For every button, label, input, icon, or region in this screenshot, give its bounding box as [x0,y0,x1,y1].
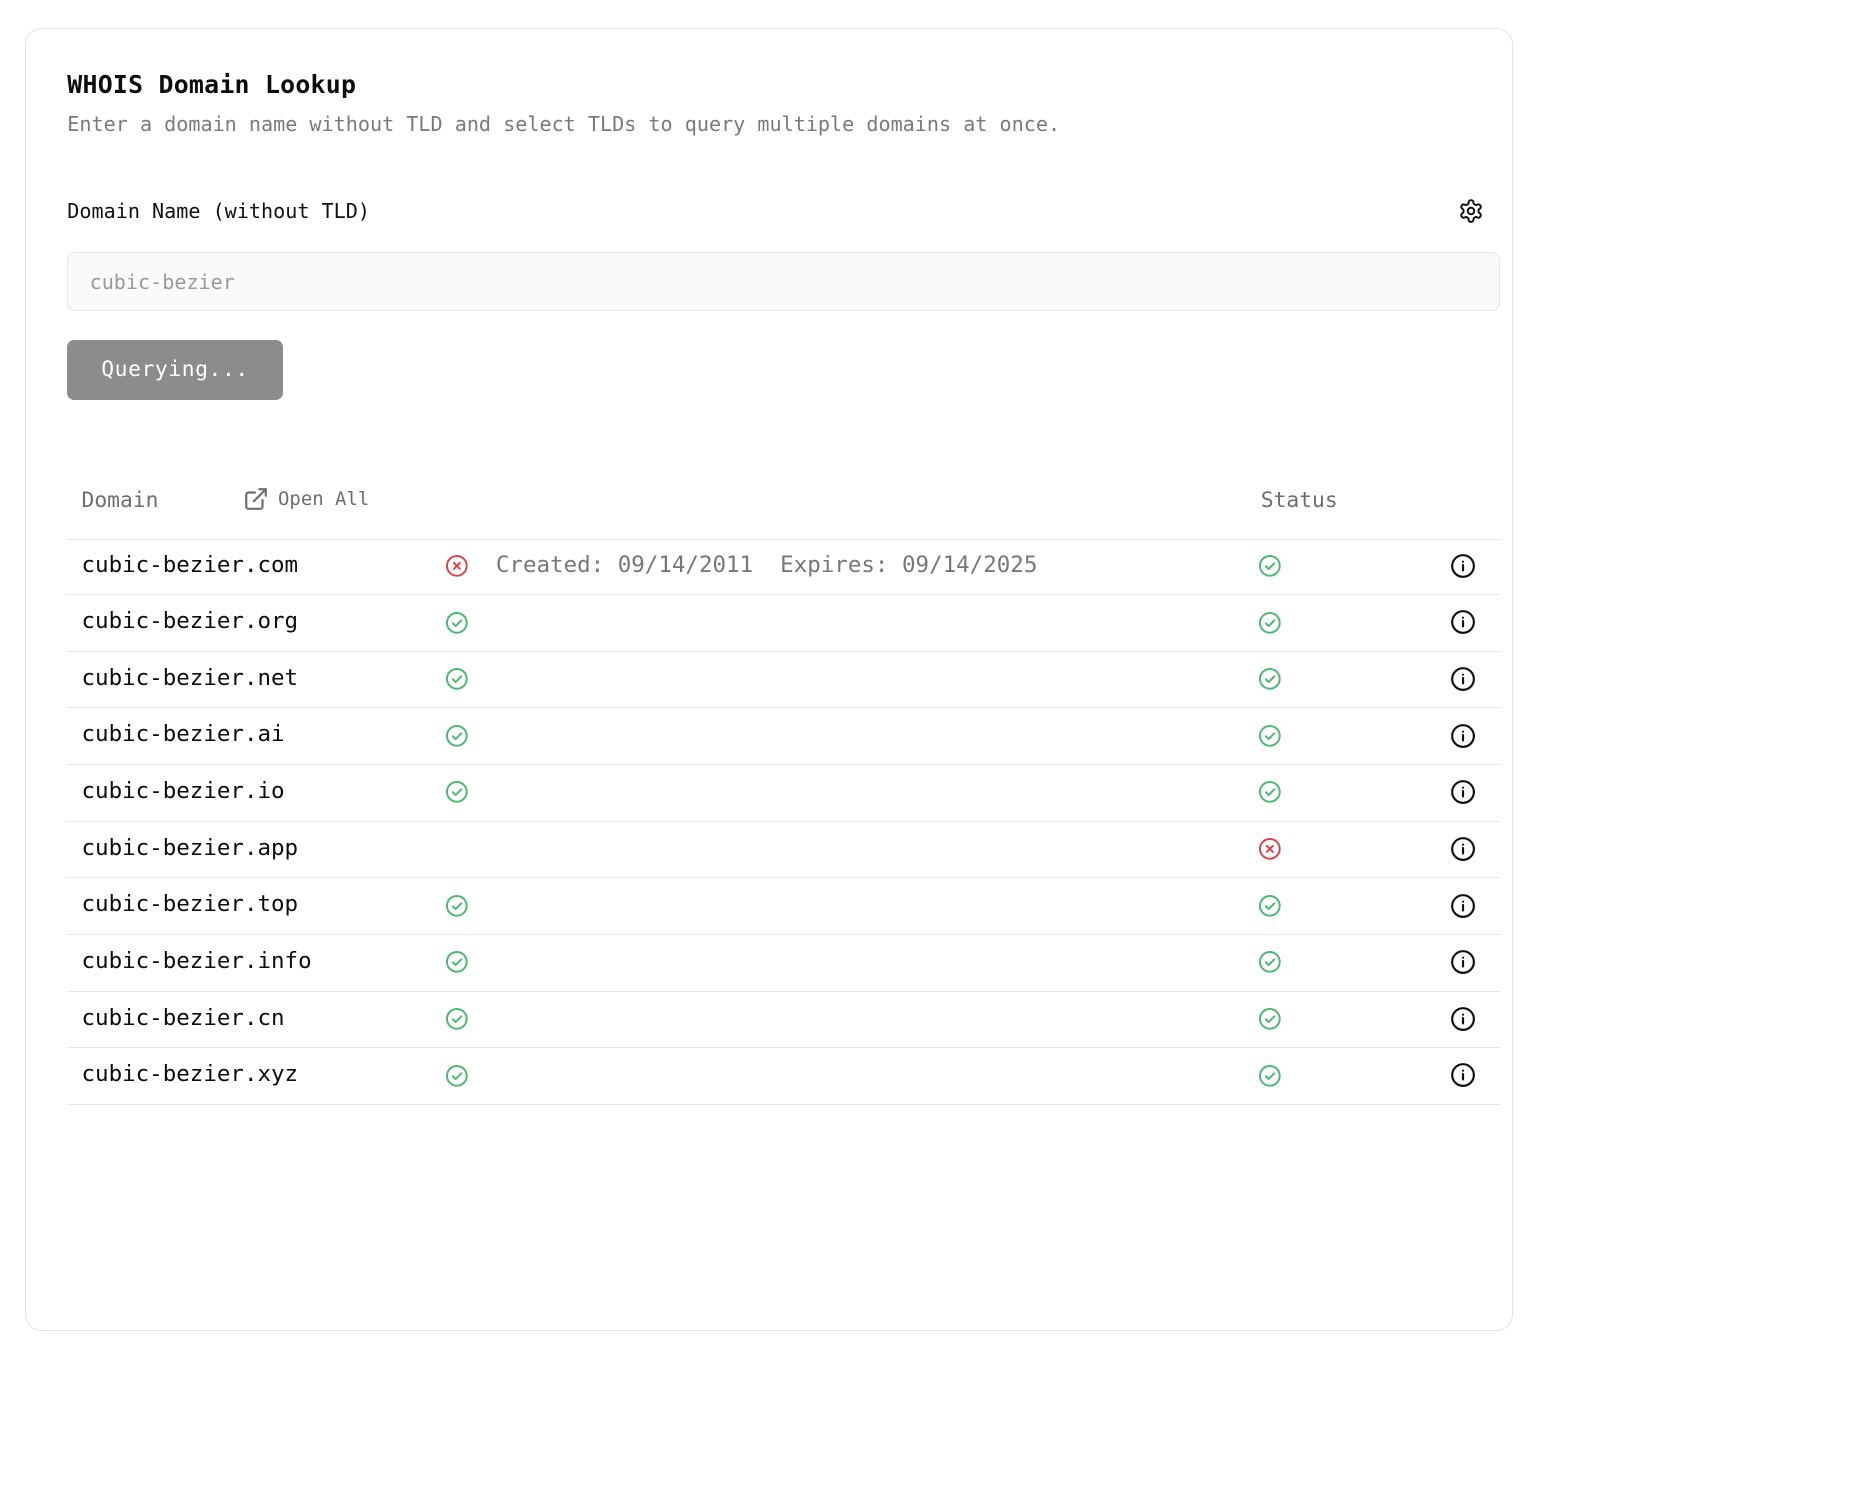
column-header-domain: Domain [81,487,159,513]
domain-name: cubic-bezier.info [81,948,312,975]
domain-name: cubic-bezier.io [81,778,285,805]
open-all-button[interactable]: Open All [243,485,370,513]
open-all-label: Open All [278,488,370,511]
table-row: cubic-bezier.xyz [67,1048,1500,1105]
info-icon[interactable] [1450,1062,1476,1088]
table-row: cubic-bezier.info [67,935,1500,992]
info-icon[interactable] [1450,779,1476,805]
table-row: cubic-bezier.org [67,595,1500,652]
check-circle-icon [445,724,468,747]
check-circle-icon [1259,951,1282,974]
external-link-icon [244,488,267,511]
table-row: cubic-bezier.net [67,652,1500,709]
table-header: Domain Open All Status [67,467,1500,540]
domain-field-label: Domain Name (without TLD) [67,198,370,223]
table-row: cubic-bezier.app [67,822,1500,879]
check-circle-icon [445,611,468,634]
page-subtitle: Enter a domain name without TLD and sele… [67,112,1061,137]
registration-dates: Created: 09/14/2011 Expires: 09/14/2025 [495,551,1038,578]
domain-name: cubic-bezier.org [81,608,299,635]
domain-name: cubic-bezier.cn [81,1004,285,1031]
domain-input[interactable] [67,251,1500,312]
info-icon[interactable] [1450,1006,1476,1032]
domain-name: cubic-bezier.ai [81,721,285,748]
check-circle-icon [1259,611,1282,634]
check-circle-icon [1259,1008,1282,1030]
info-icon[interactable] [1450,666,1476,692]
info-icon[interactable] [1450,836,1476,862]
check-circle-icon [1259,894,1282,917]
check-circle-icon [445,894,468,917]
domain-name: cubic-bezier.net [81,664,299,691]
query-button[interactable]: Querying... [67,339,283,400]
check-circle-icon [445,1008,468,1030]
check-circle-icon [445,951,468,974]
check-circle-icon [1259,724,1282,747]
check-circle-icon [1259,554,1282,577]
check-circle-icon [445,668,468,690]
table-row: cubic-bezier.com Created: 09/14/2011 Expi… [67,539,1500,596]
domain-name: cubic-bezier.app [81,834,299,861]
info-icon[interactable] [1450,949,1476,975]
table-row: cubic-bezier.io [67,765,1500,822]
info-icon[interactable] [1450,723,1476,749]
gear-icon[interactable] [1458,198,1484,224]
check-circle-icon [1259,781,1282,804]
check-circle-icon [445,781,468,804]
check-circle-icon [1259,1064,1282,1087]
domain-name: cubic-bezier.com [81,551,299,578]
domain-name: cubic-bezier.xyz [81,1061,299,1088]
page-title: WHOIS Domain Lookup [67,69,357,99]
table-row: cubic-bezier.cn [67,992,1500,1049]
info-icon[interactable] [1450,553,1476,579]
info-icon[interactable] [1450,893,1476,919]
check-circle-icon [1259,668,1282,690]
table-row: cubic-bezier.top [67,878,1500,935]
column-header-status: Status [1260,487,1338,513]
whois-card: WHOIS Domain Lookup Enter a domain name … [24,28,1514,1331]
x-circle-icon [1259,838,1282,860]
check-circle-icon [445,1064,468,1087]
x-circle-icon [445,554,468,577]
domain-name: cubic-bezier.top [81,891,299,918]
domain-results-list: cubic-bezier.com Created: 09/14/2011 Expi… [67,539,1500,1105]
info-icon[interactable] [1450,609,1476,635]
table-row: cubic-bezier.ai [67,708,1500,766]
